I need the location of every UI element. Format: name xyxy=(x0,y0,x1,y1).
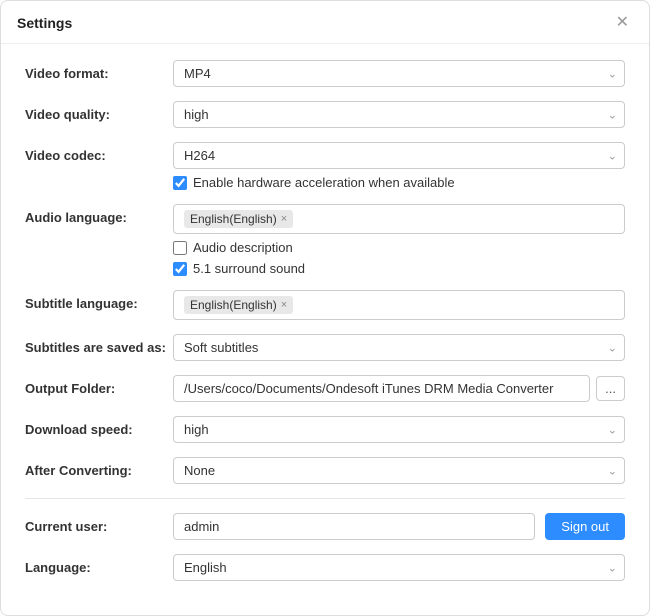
video-codec-select[interactable]: H264 H265 VP9 xyxy=(173,142,625,169)
audio-language-tag-input[interactable]: English(English) × xyxy=(173,204,625,234)
subtitle-language-tag: English(English) × xyxy=(184,296,293,314)
subtitles-saved-as-row: Subtitles are saved as: Soft subtitles H… xyxy=(25,334,625,361)
browse-button[interactable]: ... xyxy=(596,376,625,401)
language-select[interactable]: English Chinese French German Japanese xyxy=(173,554,625,581)
download-speed-select[interactable]: high medium low xyxy=(173,416,625,443)
surround-sound-checkbox[interactable] xyxy=(173,262,187,276)
video-format-label: Video format: xyxy=(25,60,173,81)
download-speed-control: high medium low ⌄ xyxy=(173,416,625,443)
subtitle-language-row: Subtitle language: English(English) × xyxy=(25,290,625,320)
current-user-row: Current user: Sign out xyxy=(25,513,625,540)
video-format-control: MP4 MKV MOV AVI ⌄ xyxy=(173,60,625,87)
video-format-select[interactable]: MP4 MKV MOV AVI xyxy=(173,60,625,87)
audio-description-checkbox[interactable] xyxy=(173,241,187,255)
current-user-input-row: Sign out xyxy=(173,513,625,540)
settings-window: Settings ✕ Video format: MP4 MKV MOV AVI… xyxy=(0,0,650,616)
download-speed-row: Download speed: high medium low ⌄ xyxy=(25,416,625,443)
audio-description-row: Audio description xyxy=(173,240,625,255)
video-format-select-wrapper: MP4 MKV MOV AVI ⌄ xyxy=(173,60,625,87)
subtitles-saved-as-control: Soft subtitles Hard subtitles None ⌄ xyxy=(173,334,625,361)
audio-language-control: English(English) × Audio description 5.1… xyxy=(173,204,625,276)
video-quality-label: Video quality: xyxy=(25,101,173,122)
video-quality-select[interactable]: high medium low xyxy=(173,101,625,128)
subtitle-language-tag-input[interactable]: English(English) × xyxy=(173,290,625,320)
subtitles-saved-as-label: Subtitles are saved as: xyxy=(25,334,173,355)
settings-content: Video format: MP4 MKV MOV AVI ⌄ Video qu… xyxy=(1,44,649,615)
divider xyxy=(25,498,625,499)
download-speed-label: Download speed: xyxy=(25,416,173,437)
sign-out-button[interactable]: Sign out xyxy=(545,513,625,540)
video-quality-select-wrapper: high medium low ⌄ xyxy=(173,101,625,128)
close-button[interactable]: ✕ xyxy=(612,13,633,33)
audio-language-tag-remove[interactable]: × xyxy=(281,213,287,225)
subtitle-language-tag-remove[interactable]: × xyxy=(281,299,287,311)
audio-description-label: Audio description xyxy=(193,240,293,255)
after-converting-control: None Open folder Shutdown ⌄ xyxy=(173,457,625,484)
window-title: Settings xyxy=(17,15,72,31)
after-converting-label: After Converting: xyxy=(25,457,173,478)
after-converting-row: After Converting: None Open folder Shutd… xyxy=(25,457,625,484)
current-user-label: Current user: xyxy=(25,513,173,534)
output-folder-input-row: ... xyxy=(173,375,625,402)
video-format-row: Video format: MP4 MKV MOV AVI ⌄ xyxy=(25,60,625,87)
title-bar: Settings ✕ xyxy=(1,1,649,44)
video-quality-row: Video quality: high medium low ⌄ xyxy=(25,101,625,128)
subtitle-language-control: English(English) × xyxy=(173,290,625,320)
audio-checkboxes: Audio description 5.1 surround sound xyxy=(173,240,625,276)
language-control: English Chinese French German Japanese ⌄ xyxy=(173,554,625,581)
download-speed-select-wrapper: high medium low ⌄ xyxy=(173,416,625,443)
audio-language-tag: English(English) × xyxy=(184,210,293,228)
output-folder-row: Output Folder: ... xyxy=(25,375,625,402)
audio-language-label: Audio language: xyxy=(25,204,173,225)
output-folder-label: Output Folder: xyxy=(25,375,173,396)
subtitle-language-tag-text: English(English) xyxy=(190,298,277,312)
output-folder-input[interactable] xyxy=(173,375,590,402)
hardware-accel-label: Enable hardware acceleration when availa… xyxy=(193,175,455,190)
audio-language-row: Audio language: English(English) × Audio… xyxy=(25,204,625,276)
language-row: Language: English Chinese French German … xyxy=(25,554,625,581)
video-codec-row: Video codec: H264 H265 VP9 ⌄ Enable hard… xyxy=(25,142,625,190)
video-codec-select-wrapper: H264 H265 VP9 ⌄ xyxy=(173,142,625,169)
hardware-accel-row: Enable hardware acceleration when availa… xyxy=(173,175,625,190)
language-select-wrapper: English Chinese French German Japanese ⌄ xyxy=(173,554,625,581)
subtitle-language-label: Subtitle language: xyxy=(25,290,173,311)
surround-sound-row: 5.1 surround sound xyxy=(173,261,625,276)
audio-language-tag-text: English(English) xyxy=(190,212,277,226)
current-user-control: Sign out xyxy=(173,513,625,540)
video-codec-label: Video codec: xyxy=(25,142,173,163)
surround-sound-label: 5.1 surround sound xyxy=(193,261,305,276)
language-label: Language: xyxy=(25,554,173,575)
subtitles-saved-as-select-wrapper: Soft subtitles Hard subtitles None ⌄ xyxy=(173,334,625,361)
subtitles-saved-as-select[interactable]: Soft subtitles Hard subtitles None xyxy=(173,334,625,361)
video-codec-control: H264 H265 VP9 ⌄ Enable hardware accelera… xyxy=(173,142,625,190)
after-converting-select-wrapper: None Open folder Shutdown ⌄ xyxy=(173,457,625,484)
video-quality-control: high medium low ⌄ xyxy=(173,101,625,128)
hardware-accel-checkbox[interactable] xyxy=(173,176,187,190)
output-folder-control: ... xyxy=(173,375,625,402)
current-user-input[interactable] xyxy=(173,513,535,540)
after-converting-select[interactable]: None Open folder Shutdown xyxy=(173,457,625,484)
